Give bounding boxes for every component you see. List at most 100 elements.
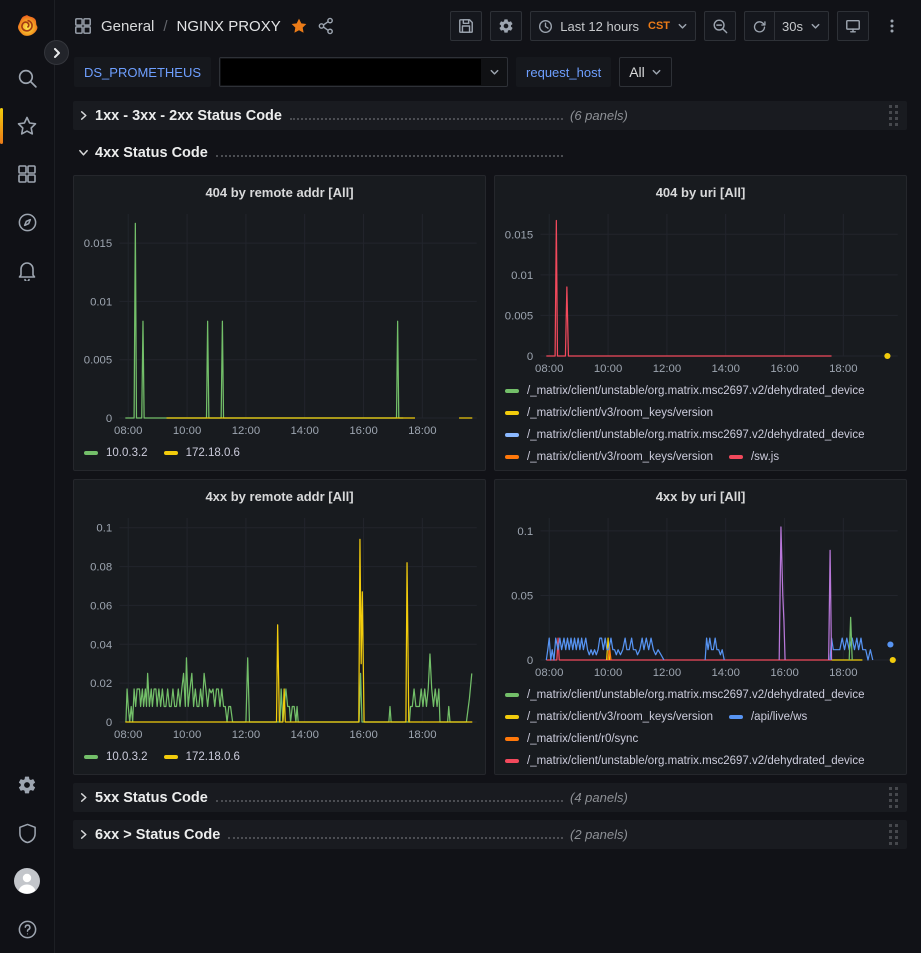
row-title: 6xx > Status Code: [95, 827, 220, 843]
legend-series-name: 10.0.3.2: [106, 746, 148, 768]
legend-series-name: 10.0.3.2: [106, 442, 148, 464]
legend-item[interactable]: 10.0.3.2: [84, 442, 148, 464]
svg-text:0.01: 0.01: [511, 270, 533, 282]
row-toggle[interactable]: 4xx Status Code: [78, 145, 570, 161]
sidebar-item-explore[interactable]: [0, 198, 55, 246]
breadcrumb-dashboard-title[interactable]: NGINX PROXY: [177, 18, 281, 35]
svg-text:0.01: 0.01: [90, 297, 112, 309]
legend-item[interactable]: 172.18.0.6: [164, 442, 240, 464]
row-drag-handle[interactable]: [887, 103, 901, 129]
breadcrumb-folder[interactable]: General: [101, 18, 154, 35]
legend-item[interactable]: /_matrix/client/unstable/org.matrix.msc2…: [505, 750, 865, 770]
grafana-logo-icon: [12, 12, 42, 42]
legend-series-name: /sw.js: [751, 446, 779, 466]
refresh-button[interactable]: [744, 11, 774, 41]
svg-text:10:00: 10:00: [173, 729, 201, 741]
sidebar-item-settings[interactable]: [0, 761, 55, 809]
timeseries-plot[interactable]: 00.0050.010.01508:0010:0012:0014:0016:00…: [495, 208, 906, 378]
legend-item[interactable]: /api/live/ws: [729, 706, 807, 728]
timeseries-plot[interactable]: 00.0050.010.01508:0010:0012:0014:0016:00…: [74, 208, 485, 440]
row-dotted-leader: [216, 793, 563, 802]
svg-text:14:00: 14:00: [290, 425, 318, 437]
legend-item[interactable]: /_matrix/client/unstable/org.matrix.msc2…: [505, 684, 865, 706]
panel-title[interactable]: 404 by remote addr [All]: [74, 176, 485, 208]
share-icon[interactable]: [317, 17, 335, 35]
more-options-button[interactable]: [877, 11, 907, 41]
chevron-right-icon: [52, 48, 62, 58]
sidebar-item-profile[interactable]: [0, 857, 55, 905]
dashboards-grid-icon[interactable]: [74, 17, 92, 35]
datasource-select[interactable]: [219, 57, 508, 87]
zoom-out-button[interactable]: [704, 11, 736, 41]
svg-text:10:00: 10:00: [594, 667, 622, 679]
legend-item[interactable]: /_matrix/client/v3/room_keys/version: [505, 706, 713, 728]
dashboard-settings-button[interactable]: [490, 11, 522, 41]
row-toggle[interactable]: 1xx - 3xx - 2xx Status Code: [78, 108, 570, 124]
sidebar-item-dashboards[interactable]: [0, 150, 55, 198]
row-1xx-3xx-2xx[interactable]: 1xx - 3xx - 2xx Status Code (6 panels): [73, 101, 907, 130]
favorite-star-icon[interactable]: [290, 17, 308, 35]
save-dashboard-button[interactable]: [450, 11, 482, 41]
refresh-interval-dropdown[interactable]: 30s: [774, 11, 829, 41]
legend-item[interactable]: /_matrix/client/unstable/org.matrix.msc2…: [505, 380, 865, 402]
legend-series-name: /_matrix/client/unstable/org.matrix.msc2…: [527, 424, 865, 446]
svg-text:10:00: 10:00: [173, 425, 201, 437]
panels-grid: 404 by remote addr [All]00.0050.010.0150…: [73, 175, 907, 775]
chevron-down-icon: [810, 21, 821, 32]
legend-item[interactable]: /_matrix/client/v3/room_keys/version: [505, 446, 713, 466]
sidebar-item-search[interactable]: [0, 54, 55, 102]
cycle-view-mode-button[interactable]: [837, 11, 869, 41]
row-4xx[interactable]: 4xx Status Code: [73, 138, 907, 167]
legend-item[interactable]: /_matrix/client/unstable/org.matrix.msc2…: [505, 424, 865, 446]
expand-sidebar-button[interactable]: [44, 40, 69, 65]
sidebar-item-starred[interactable]: [0, 102, 55, 150]
timeseries-plot[interactable]: 00.050.108:0010:0012:0014:0016:0018:00: [495, 512, 906, 682]
svg-text:08:00: 08:00: [535, 363, 563, 375]
panel-title[interactable]: 404 by uri [All]: [495, 176, 906, 208]
dashboard-content: 1xx - 3xx - 2xx Status Code (6 panels) 4…: [56, 96, 921, 849]
panel-title[interactable]: 4xx by uri [All]: [495, 480, 906, 512]
timezone-label: CST: [648, 20, 670, 32]
gear-icon: [498, 18, 514, 34]
legend-item[interactable]: /_matrix/client/v3/room_keys/version: [505, 402, 713, 424]
dashboard-variables-row: DS_PROMETHEUS request_host All: [56, 52, 921, 96]
active-indicator: [0, 108, 3, 144]
svg-text:0.015: 0.015: [505, 229, 533, 241]
legend-item[interactable]: 172.18.0.6: [164, 746, 240, 768]
row-dotted-leader: [290, 111, 563, 120]
row-drag-handle[interactable]: [887, 785, 901, 811]
request-host-select[interactable]: All: [619, 57, 672, 87]
chart-panel-1: 404 by uri [All]00.0050.010.01508:0010:0…: [494, 175, 907, 471]
row-6xx[interactable]: 6xx > Status Code (2 panels): [73, 820, 907, 849]
legend-item[interactable]: /sw.js: [729, 446, 779, 466]
request-host-variable-label[interactable]: request_host: [516, 57, 611, 87]
row-toggle[interactable]: 6xx > Status Code: [78, 827, 570, 843]
dashboards-icon: [17, 164, 37, 184]
legend-item[interactable]: 10.0.3.2: [84, 746, 148, 768]
sidebar-item-alerting[interactable]: [0, 246, 55, 294]
sidebar-item-help[interactable]: [0, 905, 55, 953]
svg-text:0.02: 0.02: [90, 678, 112, 690]
legend-series-swatch: [84, 755, 98, 759]
time-range-picker[interactable]: Last 12 hours CST: [530, 11, 696, 41]
svg-text:12:00: 12:00: [653, 667, 681, 679]
chevron-right-icon: [78, 792, 89, 803]
row-toggle[interactable]: 5xx Status Code: [78, 790, 570, 806]
svg-text:0: 0: [527, 351, 533, 363]
legend-series-swatch: [505, 411, 519, 415]
legend-series-swatch: [505, 759, 519, 763]
bell-icon: [17, 260, 37, 281]
row-5xx[interactable]: 5xx Status Code (4 panels): [73, 783, 907, 812]
legend-item[interactable]: /_matrix/client/r0/sync: [505, 728, 638, 750]
datasource-variable-label[interactable]: DS_PROMETHEUS: [74, 57, 211, 87]
timeseries-plot[interactable]: 00.020.040.060.080.108:0010:0012:0014:00…: [74, 512, 485, 744]
row-drag-handle[interactable]: [887, 822, 901, 848]
legend-series-swatch: [505, 455, 519, 459]
svg-text:12:00: 12:00: [232, 425, 260, 437]
svg-text:18:00: 18:00: [408, 729, 436, 741]
panel-title[interactable]: 4xx by remote addr [All]: [74, 480, 485, 512]
breadcrumb-separator: /: [163, 18, 167, 35]
sidebar-item-security[interactable]: [0, 809, 55, 857]
legend-series-name: 172.18.0.6: [186, 442, 240, 464]
refresh-icon: [752, 19, 767, 34]
